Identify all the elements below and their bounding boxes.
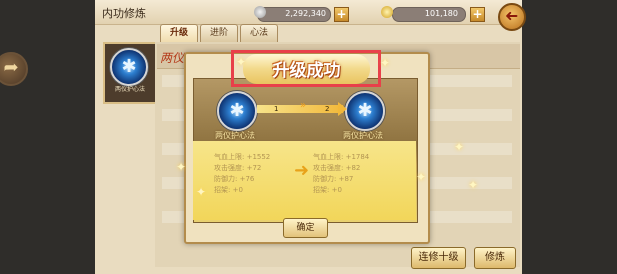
add-gold-button[interactable]: + bbox=[470, 7, 485, 22]
currency-value-gold: 101,180 bbox=[424, 9, 458, 18]
stat-defense-before: 防御力: +76 bbox=[214, 175, 255, 183]
right-backdrop bbox=[522, 0, 617, 274]
stats-arrow-icon: ➜ bbox=[294, 160, 310, 181]
stat-attack-after: 攻击强度: +82 bbox=[313, 164, 361, 172]
tab-advance[interactable]: 进阶 bbox=[200, 24, 238, 42]
stat-attack-before: 攻击强度: +72 bbox=[214, 164, 262, 172]
train-ten-levels-button[interactable]: 连修十级 bbox=[411, 247, 466, 269]
selected-skill-name: 两仪护心法 bbox=[114, 86, 145, 93]
stat-parry-after: 招架: +0 bbox=[313, 186, 342, 194]
stat-parry-before: 招架: +0 bbox=[214, 186, 243, 194]
skill-orb-icon: ✱ bbox=[110, 48, 148, 86]
add-silver-button[interactable]: + bbox=[334, 7, 349, 22]
sparkle-icon: ✦ bbox=[176, 160, 187, 174]
stats-before: 气血上限: +1552 攻击强度: +72 防御力: +76 招架: +0 bbox=[214, 152, 270, 196]
double-arrow-icon: » bbox=[300, 100, 307, 111]
skill-before-name: 两仪护心法 bbox=[215, 131, 255, 140]
confirm-button[interactable]: 确定 bbox=[283, 218, 328, 238]
martial-figure-icon: ✱ bbox=[121, 56, 137, 77]
gold-coin-icon bbox=[381, 6, 393, 18]
stats-after: 气血上限: +1784 攻击强度: +82 防御力: +87 招架: +0 bbox=[313, 152, 369, 196]
left-backdrop bbox=[0, 0, 95, 274]
back-arrow-icon: ➜ bbox=[505, 6, 519, 25]
sparkle-icon: ✦ bbox=[416, 170, 427, 184]
sparkle-icon: ✦ bbox=[454, 140, 465, 154]
silver-ingot-icon bbox=[254, 6, 266, 18]
tab-upgrade[interactable]: 升级 bbox=[160, 24, 198, 42]
currency-value-silver: 2,292,340 bbox=[285, 9, 326, 18]
back-button[interactable]: ➜ bbox=[498, 3, 526, 31]
stat-hp-before: 气血上限: +1552 bbox=[214, 153, 271, 161]
sparkle-icon: ✦ bbox=[380, 56, 391, 70]
to-level: 2 bbox=[325, 105, 330, 113]
train-button[interactable]: 修炼 bbox=[474, 247, 516, 269]
page-title: 内功修炼 bbox=[102, 7, 146, 20]
sparkle-icon: ✦ bbox=[196, 185, 207, 199]
banner-highlight-box bbox=[231, 50, 381, 87]
arrow-head-icon bbox=[338, 102, 347, 116]
martial-figure-icon: ✱ bbox=[229, 100, 245, 121]
martial-figure-icon: ✱ bbox=[357, 100, 373, 121]
skill-row-title: 两仪 bbox=[160, 51, 185, 65]
stat-defense-after: 防御力: +87 bbox=[313, 175, 354, 183]
skill-before-icon: ✱ bbox=[217, 91, 257, 131]
sparkle-icon: ✦ bbox=[236, 55, 247, 69]
stat-hp-after: 气血上限: +1784 bbox=[313, 153, 370, 161]
sparkle-icon: ✦ bbox=[468, 178, 479, 192]
from-level: 1 bbox=[274, 105, 279, 113]
skill-after-name: 两仪护心法 bbox=[343, 131, 383, 140]
tab-mental-method[interactable]: 心法 bbox=[240, 24, 278, 42]
skill-after-icon: ✱ bbox=[345, 91, 385, 131]
